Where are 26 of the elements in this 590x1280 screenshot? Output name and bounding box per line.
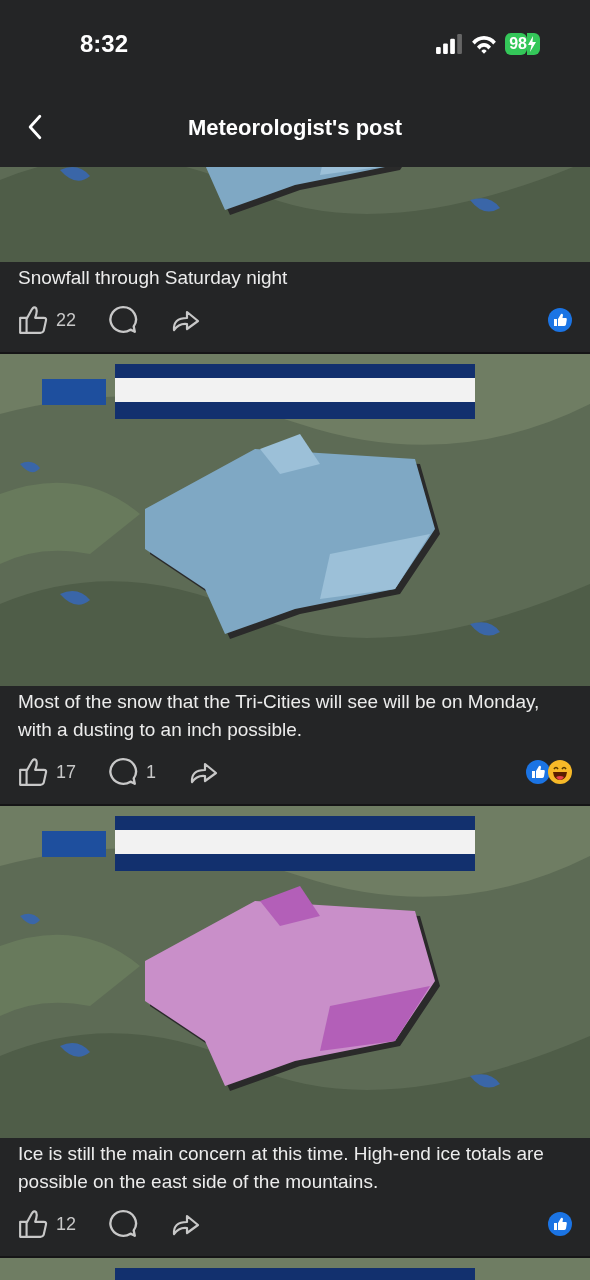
clock-time: 8:32 xyxy=(80,30,129,58)
signal-icon xyxy=(435,34,464,54)
back-icon[interactable] xyxy=(28,114,42,140)
like-button[interactable]: 22 xyxy=(18,305,77,335)
speech-bubble-icon xyxy=(108,305,139,335)
comment-button[interactable]: 1 xyxy=(108,757,157,787)
like-reaction-icon xyxy=(548,1212,572,1236)
battery-level: 98 xyxy=(505,33,527,55)
like-button[interactable]: 12 xyxy=(18,1209,77,1239)
wifi-icon xyxy=(471,34,498,54)
thumbs-up-icon xyxy=(18,305,48,335)
like-reaction-icon xyxy=(548,308,572,332)
post-caption: Most of the snow that the Tri-Cities will see will be on Monday, with a dusting to an inch possible. xyxy=(17,690,541,742)
thumbs-up-icon xyxy=(18,1209,48,1239)
like-button[interactable]: 17 xyxy=(18,757,77,787)
speech-bubble-icon xyxy=(108,757,139,787)
post-caption: Snowfall through Saturday night xyxy=(17,266,289,290)
comment-button[interactable] xyxy=(108,305,139,335)
comment-button[interactable] xyxy=(108,1209,139,1239)
charging-icon xyxy=(527,33,540,55)
thumbs-up-icon xyxy=(18,757,48,787)
laughing-reaction-icon xyxy=(548,760,572,784)
like-reaction-icon xyxy=(526,760,550,784)
post-caption: Ice is still the main concern at this time. High-end ice totals are possible on the east side of the mountains. xyxy=(17,1142,545,1194)
speech-bubble-icon xyxy=(108,1209,139,1239)
page-title: Meteorologist's post xyxy=(187,114,403,141)
